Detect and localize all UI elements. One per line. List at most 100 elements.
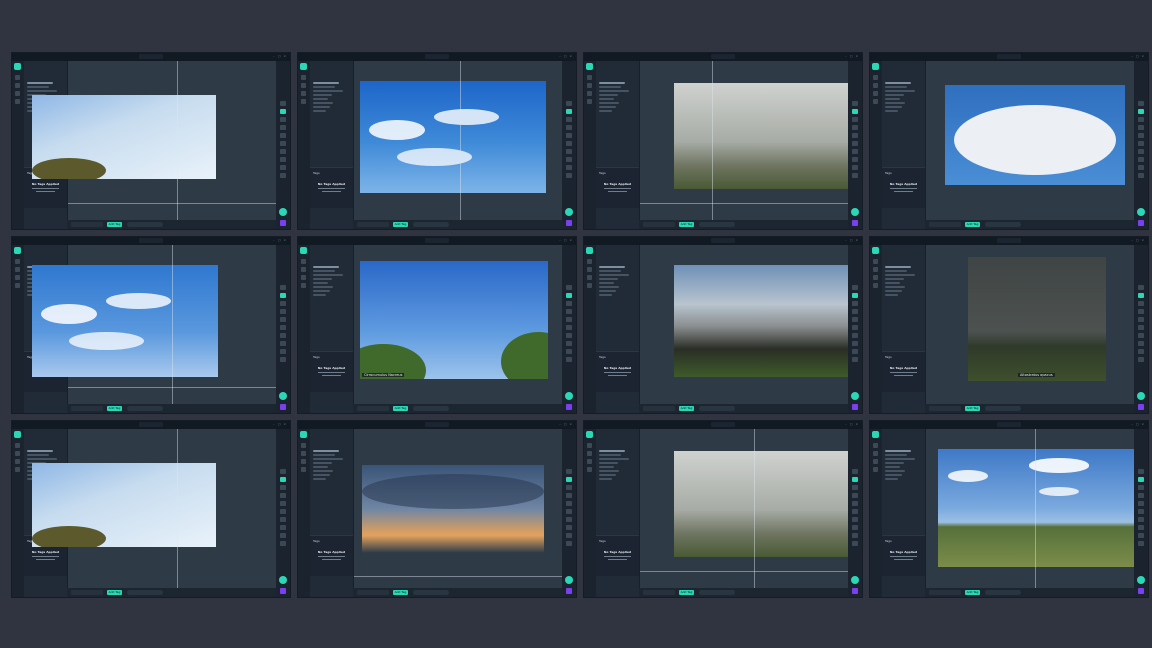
text-tool-icon[interactable] (852, 493, 858, 498)
flip-tool-icon[interactable] (566, 349, 572, 354)
list-item[interactable] (599, 90, 629, 92)
library-icon[interactable] (587, 259, 592, 264)
crop-tool-icon[interactable] (566, 109, 572, 114)
plus-icon[interactable] (851, 208, 859, 216)
list-item[interactable] (885, 290, 902, 292)
tag-icon[interactable] (15, 459, 20, 464)
add-tag-button[interactable]: Add Tag (679, 590, 694, 595)
list-item[interactable] (599, 458, 629, 460)
app-logo-icon[interactable] (300, 247, 307, 254)
folder-icon[interactable] (15, 267, 20, 272)
add-tag-button[interactable]: Add Tag (965, 590, 980, 595)
shape-tool-icon[interactable] (852, 501, 858, 506)
zoom-controls[interactable] (413, 222, 449, 227)
sidebar-tabs[interactable] (27, 442, 31, 446)
undo-tool-icon[interactable] (852, 173, 858, 178)
settings-icon[interactable] (873, 283, 878, 288)
list-item[interactable] (313, 94, 332, 96)
arrow-tool-icon[interactable] (852, 509, 858, 514)
settings-icon[interactable] (15, 283, 20, 288)
window-controls[interactable]: – □ × (273, 55, 287, 58)
app-logo-icon[interactable] (872, 63, 879, 70)
rotate-tool-icon[interactable] (280, 157, 286, 162)
tag-icon[interactable] (301, 275, 306, 280)
rotate-tool-icon[interactable] (566, 525, 572, 530)
settings-icon[interactable] (873, 99, 878, 104)
guide-vertical[interactable] (177, 61, 178, 220)
flip-tool-icon[interactable] (566, 165, 572, 170)
list-item[interactable] (599, 110, 612, 112)
folder-icon[interactable] (15, 83, 20, 88)
sidebar-tabs[interactable] (27, 258, 31, 262)
app-logo-icon[interactable] (14, 431, 21, 438)
guide-vertical[interactable] (177, 429, 178, 588)
image-canvas[interactable]: Altostratus opacus (926, 245, 1134, 404)
zoom-controls[interactable] (699, 590, 735, 595)
sidebar-tabs[interactable] (885, 258, 889, 262)
zoom-controls[interactable] (127, 222, 163, 227)
image-counter[interactable] (711, 54, 735, 59)
folder-icon[interactable] (873, 451, 878, 456)
zoom-input[interactable] (71, 590, 103, 595)
add-tag-button[interactable]: Add Tag (107, 590, 122, 595)
select-tool-icon[interactable] (280, 101, 286, 106)
image-canvas[interactable] (926, 61, 1134, 220)
zoom-controls[interactable] (699, 222, 735, 227)
window-controls[interactable]: – □ × (845, 239, 859, 242)
list-item[interactable] (27, 86, 50, 88)
list-item[interactable] (885, 106, 902, 108)
draw-tool-icon[interactable] (852, 485, 858, 490)
draw-tool-icon[interactable] (852, 117, 858, 122)
add-tag-button[interactable]: Add Tag (107, 406, 122, 411)
crop-tool-icon[interactable] (280, 109, 286, 114)
sidebar-tabs[interactable] (27, 74, 31, 78)
tag-icon[interactable] (587, 91, 592, 96)
list-item[interactable] (313, 90, 343, 92)
folder-icon[interactable] (15, 451, 20, 456)
image-counter[interactable] (997, 54, 1021, 59)
draw-tool-icon[interactable] (566, 117, 572, 122)
list-item[interactable] (599, 86, 622, 88)
shape-tool-icon[interactable] (852, 133, 858, 138)
list-item[interactable] (313, 286, 334, 288)
zoom-input[interactable] (643, 406, 675, 411)
guide-horizontal[interactable] (68, 203, 276, 204)
undo-tool-icon[interactable] (852, 357, 858, 362)
flip-tool-icon[interactable] (852, 349, 858, 354)
list-item[interactable] (599, 478, 612, 480)
zoom-input[interactable] (71, 222, 103, 227)
list-item[interactable] (599, 286, 620, 288)
library-icon[interactable] (873, 75, 878, 80)
list-item[interactable] (599, 274, 629, 276)
settings-icon[interactable] (587, 467, 592, 472)
undo-tool-icon[interactable] (852, 541, 858, 546)
list-item[interactable] (885, 102, 906, 104)
add-tag-button[interactable]: Add Tag (393, 406, 408, 411)
guide-vertical[interactable] (460, 61, 461, 220)
zoom-input[interactable] (357, 406, 389, 411)
guide-horizontal[interactable] (68, 387, 276, 388)
purple-square-icon[interactable] (1138, 404, 1144, 410)
draw-tool-icon[interactable] (1138, 301, 1144, 306)
list-item[interactable] (885, 270, 908, 272)
text-tool-icon[interactable] (566, 309, 572, 314)
list-item[interactable] (885, 278, 904, 280)
rotate-tool-icon[interactable] (280, 525, 286, 530)
shape-tool-icon[interactable] (1138, 317, 1144, 322)
tag-icon[interactable] (15, 275, 20, 280)
add-tag-button[interactable]: Add Tag (393, 222, 408, 227)
draw-tool-icon[interactable] (280, 117, 286, 122)
guide-horizontal[interactable] (640, 571, 848, 572)
select-tool-icon[interactable] (852, 469, 858, 474)
list-item[interactable] (885, 286, 906, 288)
settings-icon[interactable] (301, 99, 306, 104)
select-tool-icon[interactable] (852, 285, 858, 290)
text-tool-icon[interactable] (566, 493, 572, 498)
add-tag-button[interactable]: Add Tag (965, 222, 980, 227)
settings-icon[interactable] (873, 467, 878, 472)
plus-icon[interactable] (1137, 392, 1145, 400)
select-tool-icon[interactable] (1138, 285, 1144, 290)
image-counter[interactable] (425, 54, 449, 59)
image-counter[interactable] (139, 54, 163, 59)
image-counter[interactable] (139, 238, 163, 243)
